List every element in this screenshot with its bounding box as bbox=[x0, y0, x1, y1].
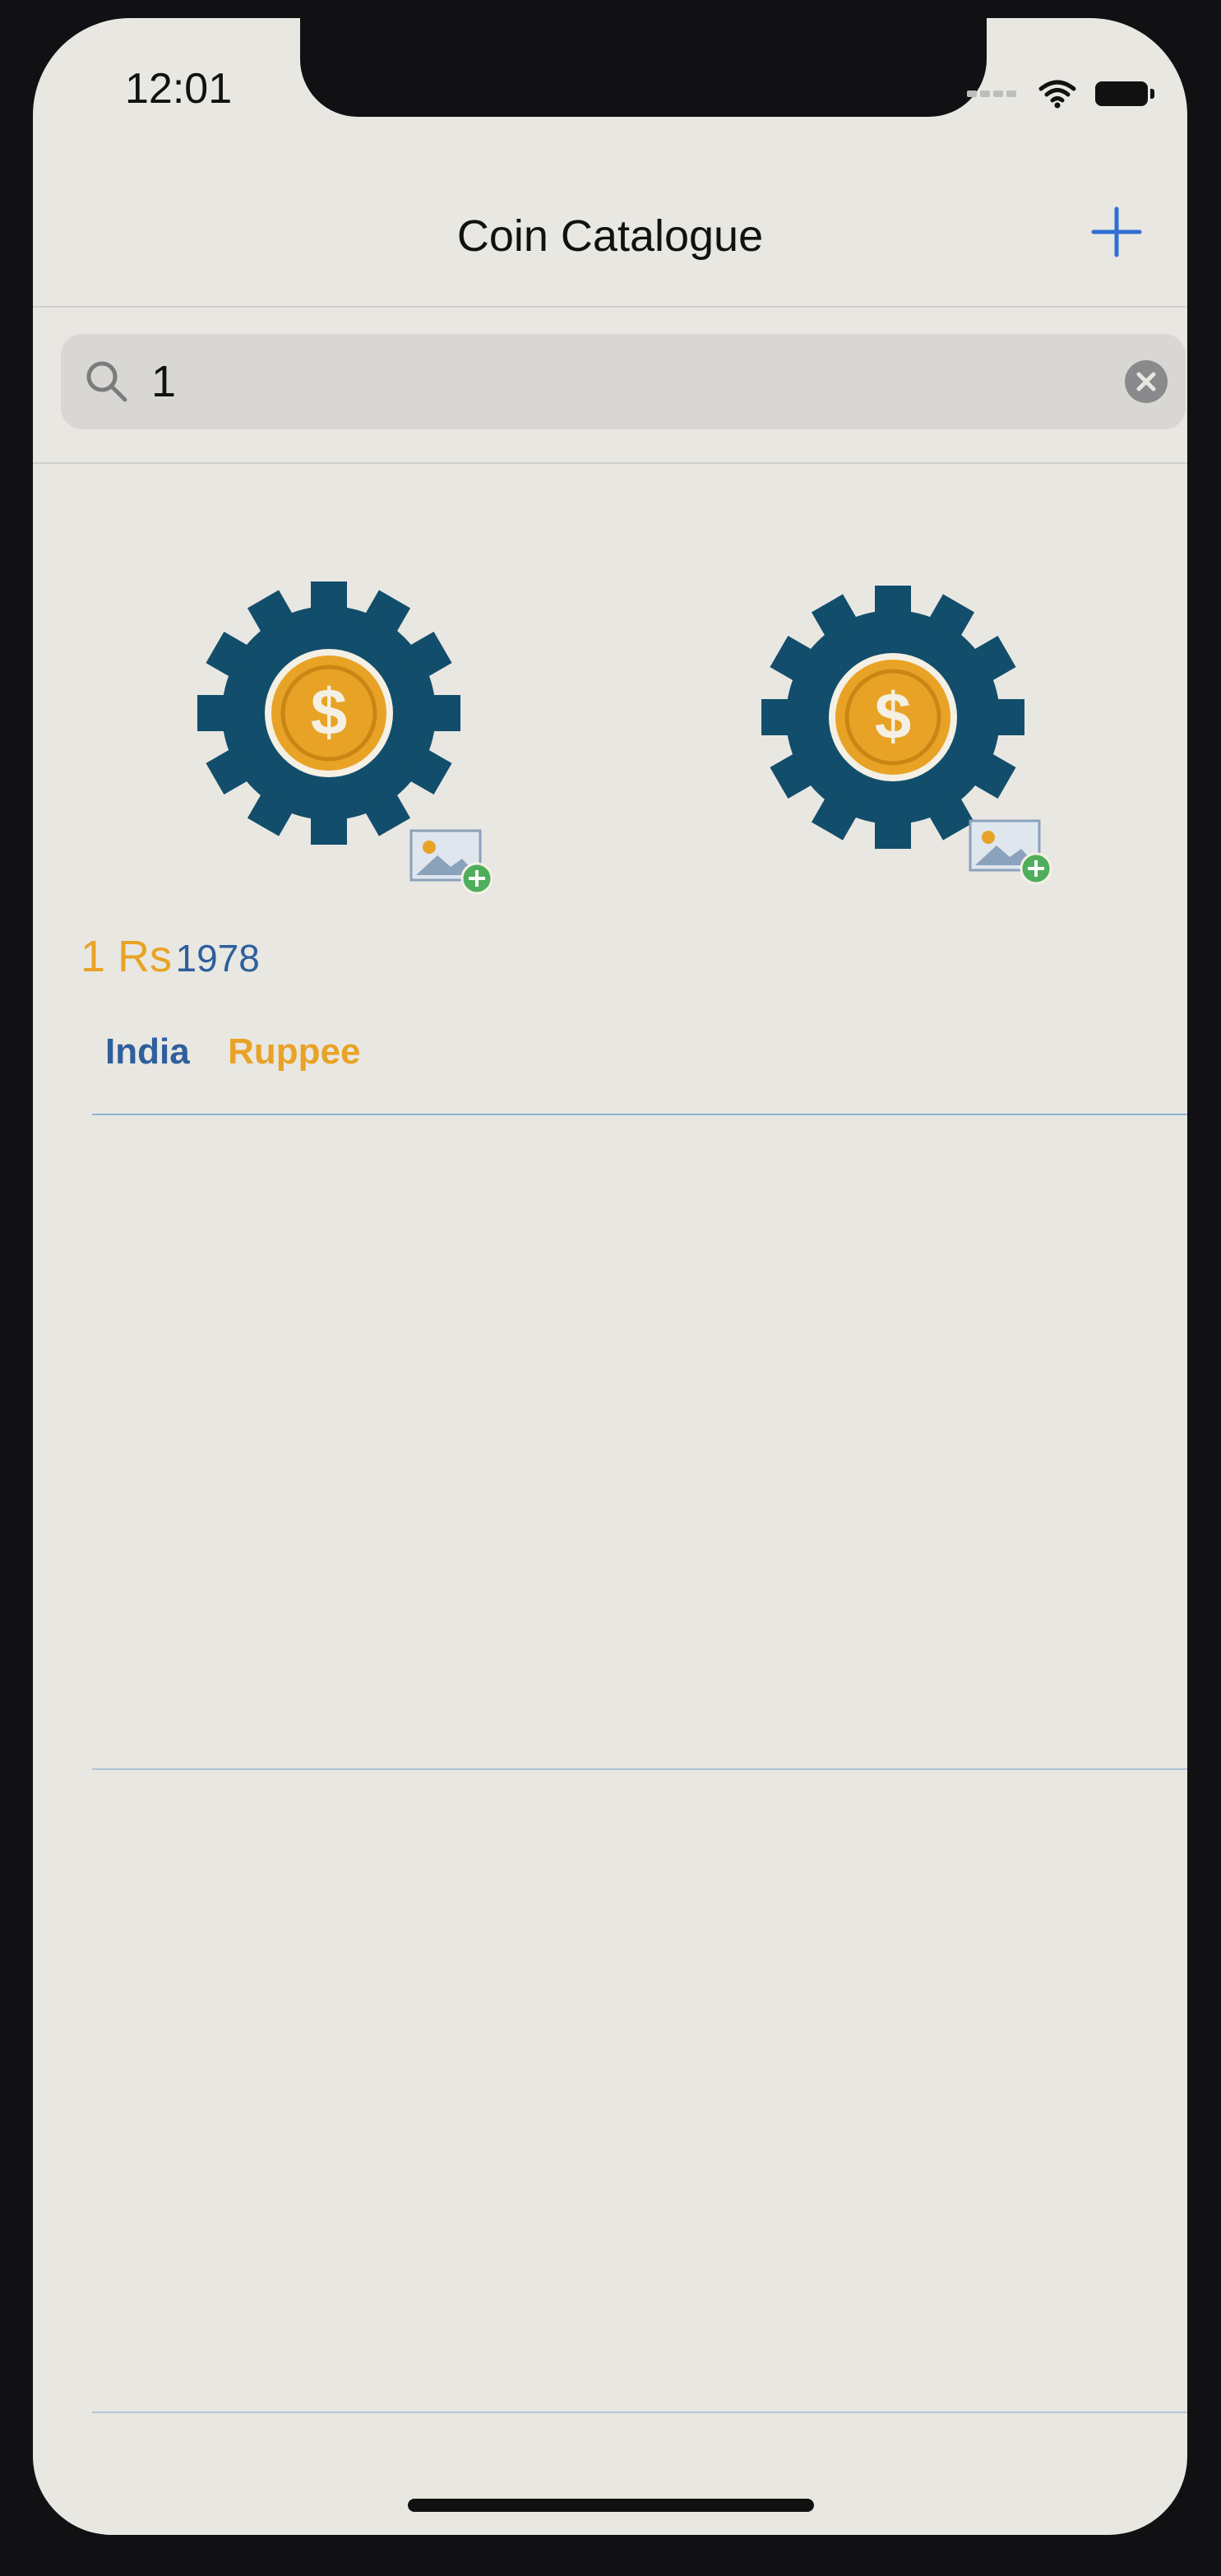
row-separator bbox=[92, 1768, 1187, 1770]
battery-icon bbox=[1095, 81, 1154, 106]
page-title: Coin Catalogue bbox=[456, 211, 764, 261]
search-input[interactable] bbox=[151, 354, 1097, 410]
status-time: 12:01 bbox=[125, 65, 233, 113]
coin-record[interactable]: $ $ bbox=[33, 462, 1187, 1120]
phone-frame: 12:01 Coin Catalogue 1 $ $ 1 Rs 1978 Ind… bbox=[0, 0, 1221, 2576]
status-icons bbox=[967, 79, 1154, 109]
device-notch bbox=[300, 18, 987, 117]
add-coin-button[interactable] bbox=[1084, 199, 1149, 265]
wifi-icon bbox=[1038, 80, 1076, 109]
search-icon bbox=[86, 361, 127, 402]
coin-tags: India Ruppee bbox=[105, 1031, 361, 1073]
svg-text:$: $ bbox=[311, 675, 348, 748]
row-separator bbox=[92, 2412, 1187, 2413]
coin-country: India bbox=[105, 1031, 190, 1072]
home-indicator[interactable] bbox=[408, 2499, 814, 2512]
coin-year: 1978 bbox=[175, 937, 260, 980]
clear-search-icon[interactable] bbox=[1123, 359, 1169, 405]
coin-image-placeholder-icon[interactable]: $ bbox=[761, 569, 1074, 898]
search-bar bbox=[33, 308, 1187, 464]
coin-currency: Ruppee bbox=[228, 1031, 361, 1072]
row-separator bbox=[92, 1114, 1187, 1115]
coin-image-placeholder-icon[interactable]: $ bbox=[197, 569, 510, 898]
app-screen: 12:01 Coin Catalogue 1 $ $ 1 Rs 1978 Ind… bbox=[33, 18, 1187, 2535]
navigation-bar: Coin Catalogue bbox=[33, 166, 1187, 308]
svg-text:$: $ bbox=[875, 679, 912, 753]
coin-title: 1 Rs 1978 bbox=[81, 931, 260, 982]
signal-icon bbox=[967, 86, 1020, 101]
search-field[interactable] bbox=[61, 334, 1186, 429]
coin-denomination: 1 Rs bbox=[81, 932, 173, 981]
